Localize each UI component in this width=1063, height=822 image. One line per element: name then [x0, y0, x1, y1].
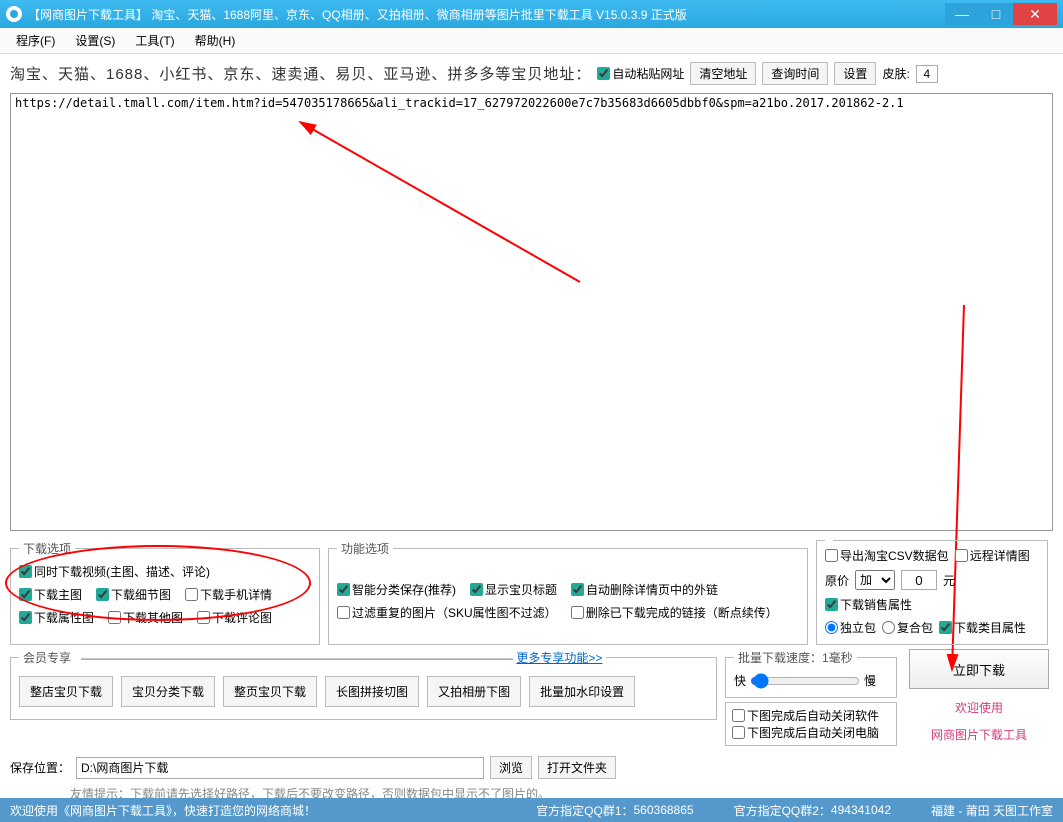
skin-input[interactable]	[916, 65, 938, 83]
status-qq2-label: 官方指定QQ群2：	[734, 802, 831, 819]
cb-del-done[interactable]: 删除已下载完成的链接（断点续传）	[571, 604, 778, 621]
cb-attr-img[interactable]: 下载属性图	[19, 609, 94, 626]
speed-legend: 批量下载速度：1毫秒	[734, 649, 857, 666]
cb-mobile-detail[interactable]: 下载手机详情	[185, 586, 272, 603]
cb-filter-dup[interactable]: 过滤重复的图片（SKU属性图不过滤）	[337, 604, 557, 621]
skin-label: 皮肤:	[882, 65, 909, 82]
menu-settings[interactable]: 设置(S)	[65, 32, 125, 49]
export-options-fieldset: 导出淘宝CSV数据包 远程详情图 原价 加 元 下载销售属性 独立包 复合包 下…	[816, 540, 1048, 645]
status-welcome: 欢迎使用《网商图片下载工具》，快速打造您的网络商城！	[10, 802, 536, 819]
price-op-select[interactable]: 加	[855, 570, 895, 590]
cb-auto-del-outlink[interactable]: 自动删除详情页中的外链	[571, 581, 718, 598]
statusbar: 欢迎使用《网商图片下载工具》，快速打造您的网络商城！ 官方指定QQ群1： 560…	[0, 798, 1063, 822]
speed-fast-label: 快	[734, 672, 746, 689]
speed-fieldset: 批量下载速度：1毫秒 快 慢	[725, 649, 897, 698]
status-qq2: 494341042	[831, 803, 891, 817]
vip-btn-1[interactable]: 整店宝贝下载	[19, 676, 113, 707]
query-time-button[interactable]: 查询时间	[762, 62, 828, 85]
vip-btn-6[interactable]: 批量加水印设置	[529, 676, 635, 707]
func-legend: 功能选项	[337, 540, 393, 557]
radio-pack-single[interactable]: 独立包	[825, 619, 876, 636]
save-path-input[interactable]	[76, 757, 484, 779]
vip-btn-2[interactable]: 宝贝分类下载	[121, 676, 215, 707]
settings-button[interactable]: 设置	[834, 62, 876, 85]
cb-autoclose-pc[interactable]: 下图完成后自动关闭电脑	[732, 724, 890, 741]
clear-address-button[interactable]: 清空地址	[690, 62, 756, 85]
address-label: 淘宝、天猫、1688、小红书、京东、速卖通、易贝、亚马逊、拼多多等宝贝地址：	[10, 63, 591, 84]
save-path-label: 保存位置：	[10, 759, 70, 776]
function-options-fieldset: 功能选项 智能分类保存(推荐) 显示宝贝标题 自动删除详情页中的外链 过滤重复的…	[328, 540, 808, 645]
cb-comment-img[interactable]: 下载评论图	[197, 609, 272, 626]
maximize-button[interactable]: □	[979, 3, 1013, 25]
status-location: 福建 - 莆田 天图工作室	[931, 802, 1053, 819]
price-value-input[interactable]	[901, 570, 937, 590]
cb-video[interactable]: 同时下载视频(主图、描述、评论)	[19, 563, 210, 580]
cb-dl-cat-attr[interactable]: 下载类目属性	[939, 619, 1026, 636]
cb-detail-img[interactable]: 下载细节图	[96, 586, 171, 603]
vip-legend: 会员专享 ———————————————————————————————————…	[19, 649, 606, 666]
menu-tools[interactable]: 工具(T)	[125, 32, 184, 49]
menu-help[interactable]: 帮助(H)	[185, 32, 246, 49]
titlebar: 【网商图片下载工具】 淘宝、天猫、1688阿里、京东、QQ相册、又拍相册、微商相…	[0, 0, 1063, 28]
price-unit: 元	[943, 572, 955, 589]
cb-export-csv[interactable]: 导出淘宝CSV数据包	[825, 547, 949, 564]
open-folder-button[interactable]: 打开文件夹	[538, 756, 616, 779]
toolname-text: 网商图片下载工具	[931, 726, 1027, 743]
status-qq1: 560368865	[634, 803, 694, 817]
welcome-text: 欢迎使用	[955, 699, 1003, 716]
autoclose-fieldset: 下图完成后自动关闭软件 下图完成后自动关闭电脑	[725, 702, 897, 746]
menubar: 程序(F) 设置(S) 工具(T) 帮助(H)	[0, 28, 1063, 54]
download-options-fieldset: 下载选项 同时下载视频(主图、描述、评论) 下载主图 下载细节图 下载手机详情 …	[10, 540, 320, 645]
menu-program[interactable]: 程序(F)	[6, 32, 65, 49]
cb-other-img[interactable]: 下载其他图	[108, 609, 183, 626]
price-label: 原价	[825, 572, 849, 589]
dl-legend: 下载选项	[19, 540, 75, 557]
app-title: 【网商图片下载工具】 淘宝、天猫、1688阿里、京东、QQ相册、又拍相册、微商相…	[28, 6, 945, 23]
speed-slow-label: 慢	[864, 672, 876, 689]
cb-smart-save[interactable]: 智能分类保存(推荐)	[337, 581, 456, 598]
download-now-button[interactable]: 立即下载	[909, 649, 1049, 689]
auto-paste-checkbox[interactable]: 自动粘贴网址	[597, 65, 684, 82]
close-button[interactable]: ✕	[1013, 3, 1057, 25]
vip-btn-4[interactable]: 长图拼接切图	[325, 676, 419, 707]
app-icon	[6, 6, 22, 22]
radio-pack-combo[interactable]: 复合包	[882, 619, 933, 636]
speed-slider[interactable]	[750, 673, 860, 689]
vip-btn-5[interactable]: 又拍相册下图	[427, 676, 521, 707]
vip-more-link[interactable]: 更多专享功能>>	[516, 651, 602, 665]
top-row: 淘宝、天猫、1688、小红书、京东、速卖通、易贝、亚马逊、拼多多等宝贝地址： 自…	[0, 54, 1063, 93]
cb-remote-detail[interactable]: 远程详情图	[955, 547, 1030, 564]
cb-dl-sale-attr[interactable]: 下载销售属性	[825, 596, 912, 613]
cb-show-title[interactable]: 显示宝贝标题	[470, 581, 557, 598]
browse-button[interactable]: 浏览	[490, 756, 532, 779]
vip-fieldset: 会员专享 ———————————————————————————————————…	[10, 649, 717, 720]
cb-main-img[interactable]: 下载主图	[19, 586, 82, 603]
url-textarea[interactable]	[10, 93, 1053, 531]
cb-autoclose-sw[interactable]: 下图完成后自动关闭软件	[732, 707, 890, 724]
minimize-button[interactable]: —	[945, 3, 979, 25]
vip-btn-3[interactable]: 整页宝贝下载	[223, 676, 317, 707]
status-qq1-label: 官方指定QQ群1：	[536, 802, 633, 819]
